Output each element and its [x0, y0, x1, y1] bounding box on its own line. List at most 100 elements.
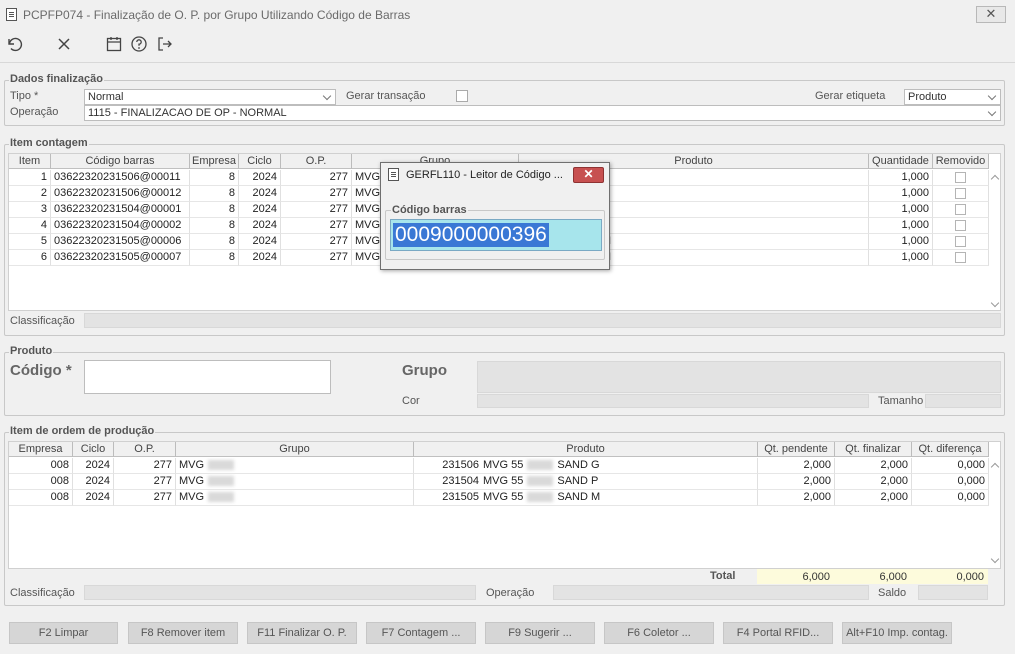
cell-ciclo: 2024	[239, 186, 281, 202]
col-qt-pendente[interactable]: Qt. pendente	[758, 442, 835, 457]
dialog-title-bar: GERFL110 - Leitor de Código ... ✕	[381, 163, 609, 187]
cell-op: 277	[281, 186, 352, 202]
cell-op: 277	[281, 234, 352, 250]
tipo-select[interactable]: Normal	[84, 89, 336, 105]
help-icon[interactable]	[129, 34, 149, 54]
col-ciclo[interactable]: Ciclo	[73, 442, 114, 457]
dialog-close-button[interactable]: ✕	[573, 167, 604, 183]
table-row[interactable]: 008 2024 277 MVG 231504 MVG 55 SAND P 2,000 2,00…	[9, 474, 989, 490]
cell-produto: 231505 MVG 55 SAND M	[414, 490, 758, 506]
produto-name: SAND M	[557, 491, 601, 503]
cell-codigo: 03622320231505@00007	[51, 250, 190, 266]
app-icon	[6, 8, 17, 21]
coletor-button[interactable]: F6 Coletor ...	[604, 622, 714, 644]
cell-quantidade: 1,000	[869, 250, 933, 266]
table-row[interactable]: 008 2024 277 MVG 231505 MVG 55 SAND M 2,000 2,00…	[9, 490, 989, 506]
cell-quantidade: 1,000	[869, 170, 933, 186]
col-op[interactable]: O.P.	[281, 154, 352, 169]
chevron-down-icon	[986, 90, 998, 104]
codigo-label: Código *	[10, 362, 72, 379]
exit-icon[interactable]	[155, 34, 175, 54]
removido-checkbox[interactable]	[955, 204, 966, 215]
produto-name: SAND G	[557, 459, 600, 471]
grupo-name: MVG	[355, 251, 381, 263]
cell-removido	[933, 170, 989, 186]
grupo-name: MVG	[355, 219, 381, 231]
cell-pendente: 2,000	[758, 458, 835, 474]
window-close-button[interactable]: ✕	[976, 6, 1006, 23]
cell-ciclo: 2024	[73, 458, 114, 474]
col-grupo[interactable]: Grupo	[176, 442, 414, 457]
close-icon[interactable]	[54, 34, 74, 54]
cell-ciclo: 2024	[239, 250, 281, 266]
cell-op: 277	[281, 202, 352, 218]
cell-grupo: MVG	[176, 474, 414, 490]
contagem-button[interactable]: F7 Contagem ...	[366, 622, 476, 644]
col-quantidade[interactable]: Quantidade	[869, 154, 933, 169]
cell-removido	[933, 250, 989, 266]
scroll-up-icon[interactable]	[990, 174, 1000, 184]
cell-finalizar: 2,000	[835, 458, 912, 474]
cell-item: 2	[9, 186, 51, 202]
removido-checkbox[interactable]	[955, 220, 966, 231]
removido-checkbox[interactable]	[955, 236, 966, 247]
col-produto[interactable]: Produto	[414, 442, 758, 457]
cell-ciclo: 2024	[239, 202, 281, 218]
ordem-classificacao-label: Classificação	[10, 587, 75, 599]
barcode-value: 0009000000396	[393, 223, 549, 247]
total-finalizar: 6,000	[834, 569, 911, 584]
item-contagem-legend: Item contagem	[9, 137, 89, 149]
col-empresa[interactable]: Empresa	[190, 154, 239, 169]
gerar-etiqueta-label: Gerar etiqueta	[815, 90, 886, 102]
item-ordem-grid[interactable]: Empresa Ciclo O.P. Grupo Produto Qt. pen…	[8, 441, 1001, 569]
calendar-icon[interactable]	[104, 34, 124, 54]
produto-prefix: MVG 55	[483, 475, 524, 487]
cell-finalizar: 2,000	[835, 474, 912, 490]
scroll-up-icon[interactable]	[990, 462, 1000, 472]
cor-label: Cor	[402, 395, 420, 407]
produto-code: 231505	[442, 491, 479, 503]
cell-item: 3	[9, 202, 51, 218]
portal-rfid-button[interactable]: F4 Portal RFID...	[723, 622, 833, 644]
cell-op: 277	[281, 170, 352, 186]
removido-checkbox[interactable]	[955, 188, 966, 199]
col-qt-diferenca[interactable]: Qt. diferença	[912, 442, 989, 457]
limpar-button[interactable]: F2 Limpar	[9, 622, 118, 644]
removido-checkbox[interactable]	[955, 172, 966, 183]
col-op[interactable]: O.P.	[114, 442, 176, 457]
col-empresa[interactable]: Empresa	[9, 442, 73, 457]
col-codigo-barras[interactable]: Código barras	[51, 154, 190, 169]
col-removido[interactable]: Removido	[933, 154, 989, 169]
col-ciclo[interactable]: Ciclo	[239, 154, 281, 169]
redacted-text	[208, 492, 235, 503]
cell-removido	[933, 186, 989, 202]
col-qt-finalizar[interactable]: Qt. finalizar	[835, 442, 912, 457]
gerar-transacao-checkbox[interactable]	[456, 90, 468, 102]
removido-checkbox[interactable]	[955, 252, 966, 263]
gerar-etiqueta-select[interactable]: Produto	[904, 89, 1001, 105]
saldo-field	[918, 585, 988, 600]
cell-diferenca: 0,000	[912, 458, 989, 474]
col-item[interactable]: Item	[9, 154, 51, 169]
remover-item-button[interactable]: F8 Remover item	[128, 622, 238, 644]
imp-contagem-button[interactable]: Alt+F10 Imp. contag.	[842, 622, 952, 644]
barcode-reader-dialog[interactable]: GERFL110 - Leitor de Código ... ✕ Código…	[380, 162, 610, 270]
table-row[interactable]: 008 2024 277 MVG 231506 MVG 55 SAND G 2,000 2,00…	[9, 458, 989, 474]
grupo-name: MVG	[355, 203, 381, 215]
grupo-label: Grupo	[402, 362, 447, 379]
codigo-input[interactable]	[84, 360, 331, 394]
undo-icon[interactable]	[4, 34, 24, 54]
cell-finalizar: 2,000	[835, 490, 912, 506]
barcode-input[interactable]: 0009000000396	[390, 219, 602, 251]
scroll-down-icon[interactable]	[990, 556, 1000, 566]
cell-op: 277	[281, 250, 352, 266]
operacao-select[interactable]: 1115 - FINALIZACAO DE OP - NORMAL	[84, 105, 1001, 121]
finalizar-op-button[interactable]: F11 Finalizar O. P.	[247, 622, 357, 644]
grupo-name: MVG	[355, 187, 381, 199]
scroll-down-icon[interactable]	[990, 300, 1000, 310]
cell-codigo: 03622320231506@00011	[51, 170, 190, 186]
operacao-value: 1115 - FINALIZACAO DE OP - NORMAL	[88, 107, 287, 119]
sugerir-button[interactable]: F9 Sugerir ...	[485, 622, 595, 644]
dialog-title: GERFL110 - Leitor de Código ...	[406, 169, 563, 181]
produto-code: 231504	[442, 475, 479, 487]
